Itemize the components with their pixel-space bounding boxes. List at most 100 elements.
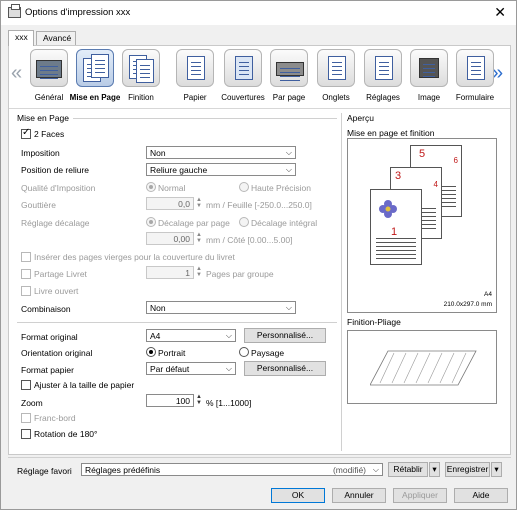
rotation-checkbox[interactable] [21, 429, 31, 439]
inserer-checkbox [21, 252, 31, 262]
close-icon[interactable]: ✕ [494, 4, 506, 21]
inserer-label: Insérer des pages vierges pour la couver… [34, 252, 235, 262]
category-reglages[interactable]: Réglages [361, 49, 405, 106]
image-icon [410, 49, 448, 87]
gouttiere-unit: mm / Feuille [-250.0...250.0] [206, 200, 312, 210]
category-strip: « » Général Mise en Page Finition Papier… [9, 46, 509, 108]
retablir-dropdown-icon[interactable]: ▾ [429, 462, 440, 477]
partage-label: Partage Livret [34, 269, 87, 279]
orientation-label: Orientation original [21, 348, 93, 358]
decalage-input: 0,00 [146, 232, 194, 245]
finition-title: Finition-Pliage [347, 317, 401, 327]
ajuster-label: Ajuster à la taille de papier [34, 380, 135, 390]
reliure-select[interactable]: Reliure gauche ⌵ [146, 163, 296, 176]
spinner-arrows-icon: ▲ ▼ [196, 266, 202, 278]
finishing-icon [122, 49, 160, 87]
format-papier-select[interactable]: Par défaut ⌵ [146, 362, 236, 375]
franc-bord-label: Franc-bord [34, 413, 76, 423]
qualite-haute-radio [239, 182, 249, 192]
decalage-integral-radio [239, 217, 249, 227]
decalage-page-radio [146, 217, 156, 227]
ok-button[interactable]: OK [271, 488, 325, 503]
category-finition[interactable]: Finition [119, 49, 163, 106]
decalage-integral-label: Décalage intégral [251, 218, 318, 228]
enregistrer-dropdown-icon[interactable]: ▾ [491, 462, 502, 477]
section-divider [17, 322, 337, 323]
category-couvertures[interactable]: Couvertures [221, 49, 265, 106]
preview-box: 5 6 3 4 1 A4 210.0x297.0 mm [347, 138, 497, 313]
favori-select[interactable]: Réglages prédéfinis (modifié) ⌵ [81, 463, 383, 476]
annuler-button[interactable]: Annuler [332, 488, 386, 503]
appliquer-button: Appliquer [393, 488, 447, 503]
apercu-subtitle: Mise en page et finition [347, 128, 435, 138]
window-title: Options d'impression xxx [25, 7, 131, 18]
ajuster-checkbox[interactable] [21, 380, 31, 390]
apercu-title: Aperçu [347, 113, 374, 123]
enregistrer-button[interactable]: Enregistrer [445, 462, 490, 477]
chevron-down-icon: ⌵ [285, 148, 292, 157]
retablir-button[interactable]: Rétablir [388, 462, 428, 477]
spinner-arrows-icon[interactable]: ▲ ▼ [195, 394, 203, 407]
format-original-select[interactable]: A4 ⌵ [146, 329, 236, 342]
partage-checkbox [21, 269, 31, 279]
zoom-input[interactable]: 100 [146, 394, 194, 407]
category-general[interactable]: Général [27, 49, 71, 106]
category-par-page[interactable]: Par page [267, 49, 311, 106]
divider [9, 108, 510, 109]
chevron-down-icon: ⌵ [225, 331, 232, 340]
combinaison-select[interactable]: Non ⌵ [146, 301, 296, 314]
preview-page: 1 [370, 189, 422, 265]
decalage-label: Réglage décalage [21, 218, 90, 228]
tab-avance[interactable]: Avancé [36, 31, 76, 45]
decalage-unit: mm / Côté [0.00...5.00] [206, 235, 293, 245]
personnalise-papier-button[interactable]: Personnalisé... [244, 361, 326, 376]
qualite-normal-label: Normal [158, 183, 186, 193]
format-original-label: Format original [21, 332, 78, 342]
spinner-arrows-icon: ▲ ▼ [196, 197, 202, 209]
title-bar: Options d'impression xxx ✕ [1, 1, 516, 25]
category-papier[interactable]: Papier [173, 49, 217, 106]
paysage-radio[interactable] [239, 347, 249, 357]
gouttiere-input: 0,0 [146, 197, 194, 210]
preview-dims: 210.0x297.0 mm [443, 301, 492, 308]
group-line [73, 118, 337, 119]
deux-faces-checkbox[interactable] [21, 127, 31, 139]
imposition-select[interactable]: Non ⌵ [146, 146, 296, 159]
category-onglets[interactable]: Onglets [314, 49, 358, 106]
decalage-page-label: Décalage par page [158, 218, 230, 228]
partage-input: 1 [146, 266, 194, 279]
category-formulaire[interactable]: Formulaire [453, 49, 497, 106]
gouttiere-label: Gouttière [21, 200, 56, 210]
personnalise-original-button[interactable]: Personnalisé... [244, 328, 326, 343]
chevron-down-icon: ⌵ [372, 465, 379, 474]
printer-icon [8, 4, 21, 18]
finition-preview [347, 330, 497, 404]
fold-sheet-icon [370, 350, 477, 386]
flower-icon [379, 200, 397, 218]
paysage-label: Paysage [251, 348, 285, 358]
layout-icon [76, 49, 114, 87]
print-options-dialog: Options d'impression xxx ✕ xxx Avancé « … [0, 0, 517, 510]
portrait-radio[interactable] [146, 347, 156, 357]
zoom-unit: % [1...1000] [206, 398, 252, 408]
category-image[interactable]: Image [407, 49, 451, 106]
qualite-normal-radio [146, 182, 156, 192]
chevron-down-icon: ⌵ [225, 364, 232, 373]
bottom-separator [8, 457, 511, 458]
chevron-down-icon: ⌵ [285, 303, 292, 312]
category-mise-en-page[interactable]: Mise en Page [70, 49, 120, 106]
partage-unit: Pages par groupe [206, 269, 274, 279]
general-icon [30, 49, 68, 87]
tab-xxx[interactable]: xxx [8, 30, 34, 46]
form-icon [456, 49, 494, 87]
rotation-label: Rotation de 180° [34, 429, 98, 439]
settings-icon [364, 49, 402, 87]
favori-label: Réglage favori [17, 466, 72, 476]
tabs-icon [317, 49, 355, 87]
vertical-divider [341, 113, 342, 451]
preview-format: A4 [484, 291, 492, 298]
chevron-down-icon: ⌵ [285, 165, 292, 174]
scroll-left-icon[interactable]: « [11, 62, 22, 85]
aide-button[interactable]: Aide [454, 488, 508, 503]
zoom-label: Zoom [21, 398, 43, 408]
